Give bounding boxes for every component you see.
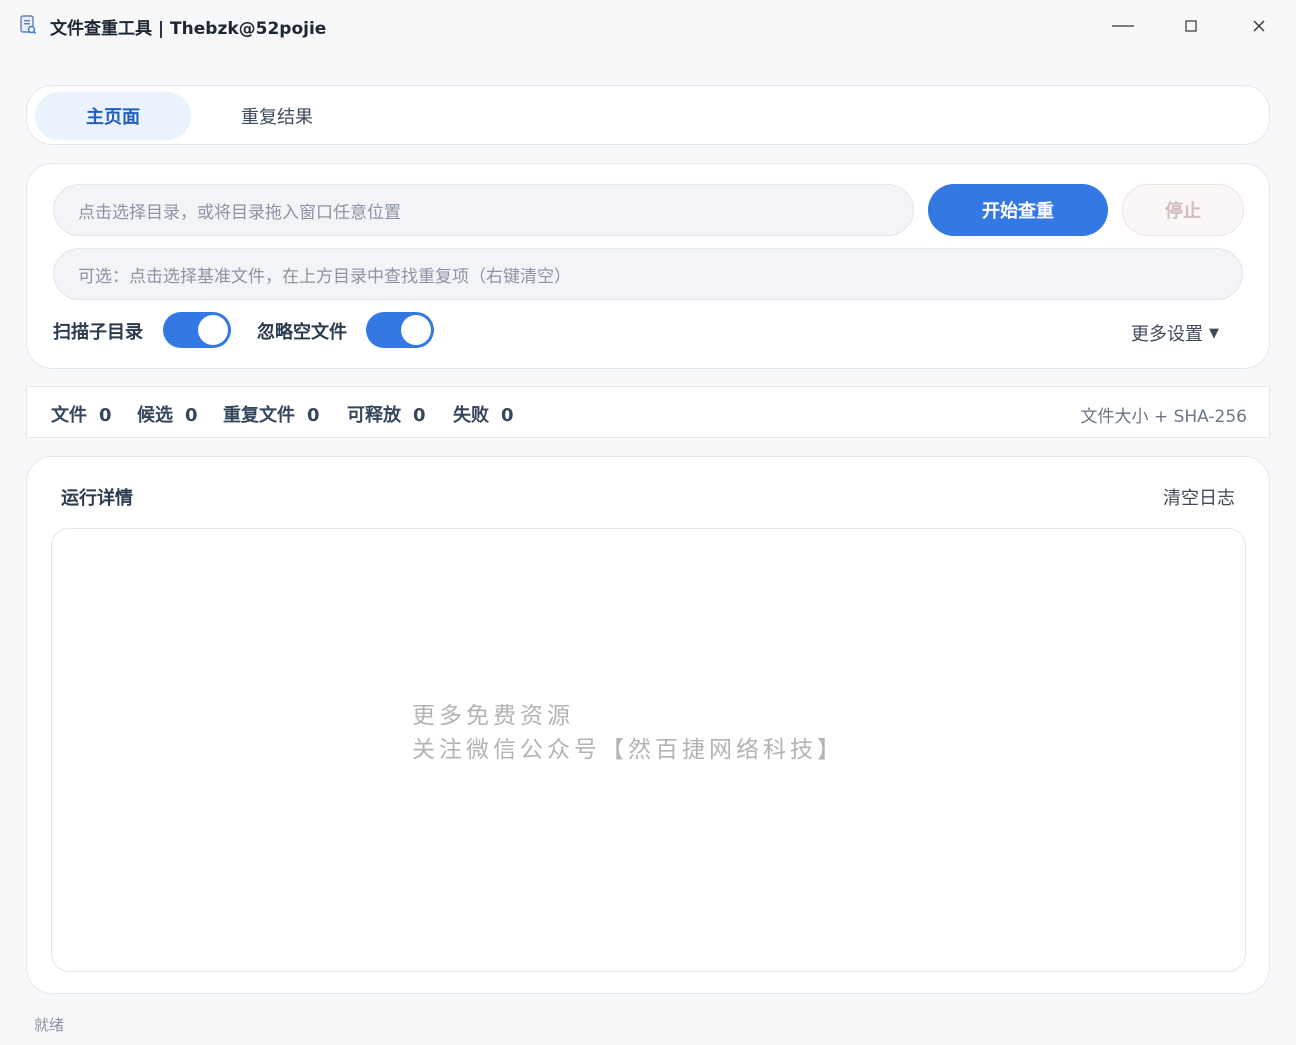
stat-value: 0 bbox=[413, 405, 426, 426]
toggle-knob bbox=[198, 315, 228, 345]
minimize-icon bbox=[1112, 25, 1134, 27]
tab-main-page[interactable]: 主页面 bbox=[35, 92, 191, 140]
caret-down-icon: ▼ bbox=[1209, 325, 1219, 341]
document-app-icon bbox=[20, 15, 37, 35]
start-scan-button[interactable]: 开始查重 bbox=[928, 184, 1108, 236]
close-icon bbox=[1253, 20, 1265, 32]
stat-duplicates: 重复文件 0 bbox=[223, 401, 320, 427]
stat-value: 0 bbox=[501, 405, 514, 426]
more-settings-dropdown[interactable]: 更多设置 ▼ bbox=[1131, 320, 1219, 346]
ignore-empty-files-toggle[interactable] bbox=[366, 312, 434, 348]
tab-label: 主页面 bbox=[86, 107, 140, 128]
log-title: 运行详情 bbox=[61, 488, 133, 509]
minimize-button[interactable] bbox=[1100, 8, 1146, 44]
close-button[interactable] bbox=[1236, 8, 1282, 44]
stat-failed: 失败 0 bbox=[453, 401, 514, 427]
window-title: 文件查重工具 | Thebzk@52pojie bbox=[50, 19, 327, 39]
status-text: 就绪 bbox=[34, 1016, 65, 1034]
watermark-line: 更多免费资源 bbox=[412, 703, 574, 729]
base-file-input[interactable]: 可选：点击选择基准文件，在上方目录中查找重复项（右键清空） bbox=[53, 248, 1243, 300]
watermark-line: 关注微信公众号【然百捷网络科技】 bbox=[412, 737, 844, 763]
stop-button[interactable]: 停止 bbox=[1122, 184, 1244, 236]
stat-value: 0 bbox=[185, 405, 198, 426]
app-window: 文件查重工具 | Thebzk@52pojie 主页面 重复结果 点击选择目录，… bbox=[0, 0, 1296, 1045]
hash-algorithm-label: 文件大小 + SHA-256 bbox=[1080, 407, 1247, 427]
stat-label: 文件 bbox=[51, 405, 87, 426]
title-bar[interactable]: 文件查重工具 | Thebzk@52pojie bbox=[0, 0, 1296, 52]
ignore-empty-files-label: 忽略空文件 bbox=[257, 322, 347, 343]
toggle-knob bbox=[401, 315, 431, 345]
base-file-input-placeholder: 可选：点击选择基准文件，在上方目录中查找重复项（右键清空） bbox=[78, 266, 571, 287]
tab-label: 重复结果 bbox=[241, 107, 313, 128]
stat-candidates: 候选 0 bbox=[137, 401, 198, 427]
stat-value: 0 bbox=[307, 405, 320, 426]
log-panel: 运行详情 清空日志 更多免费资源 关注微信公众号【然百捷网络科技】 bbox=[26, 456, 1270, 994]
stat-label: 候选 bbox=[137, 405, 173, 426]
scan-subdirs-label: 扫描子目录 bbox=[53, 322, 143, 343]
stat-reclaimable: 可释放 0 bbox=[347, 401, 426, 427]
maximize-icon bbox=[1185, 20, 1197, 32]
stat-label: 重复文件 bbox=[223, 405, 295, 426]
tab-duplicate-results[interactable]: 重复结果 bbox=[203, 92, 351, 140]
stats-bar: 文件 0 候选 0 重复文件 0 可释放 0 失败 0 文件大小 + SHA-256 bbox=[26, 386, 1270, 438]
scan-subdirs-toggle[interactable] bbox=[163, 312, 231, 348]
more-settings-label: 更多设置 bbox=[1131, 324, 1203, 345]
scan-settings-panel: 点击选择目录，或将目录拖入窗口任意位置 开始查重 停止 可选：点击选择基准文件，… bbox=[26, 163, 1270, 369]
tab-bar: 主页面 重复结果 bbox=[26, 85, 1270, 145]
clear-log-button[interactable]: 清空日志 bbox=[1163, 484, 1235, 510]
stat-value: 0 bbox=[99, 405, 112, 426]
directory-input[interactable]: 点击选择目录，或将目录拖入窗口任意位置 bbox=[53, 184, 914, 236]
stat-label: 失败 bbox=[453, 405, 489, 426]
stat-files: 文件 0 bbox=[51, 401, 112, 427]
directory-input-placeholder: 点击选择目录，或将目录拖入窗口任意位置 bbox=[78, 202, 401, 223]
log-output-area[interactable]: 更多免费资源 关注微信公众号【然百捷网络科技】 bbox=[51, 528, 1246, 972]
watermark-text: 更多免费资源 关注微信公众号【然百捷网络科技】 bbox=[412, 699, 844, 767]
maximize-button[interactable] bbox=[1168, 8, 1214, 44]
stat-label: 可释放 bbox=[347, 405, 401, 426]
